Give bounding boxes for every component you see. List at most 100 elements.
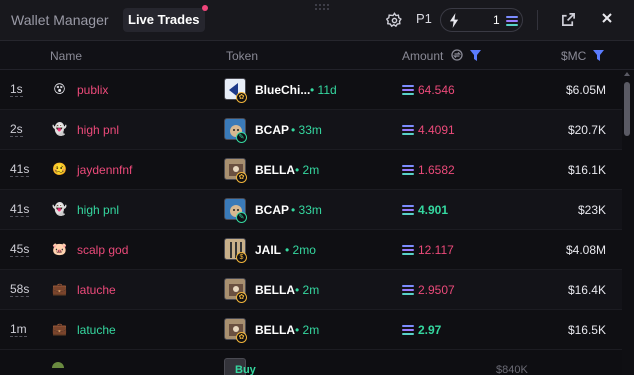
popout-icon[interactable] — [561, 12, 576, 27]
market-cap: $16.4K — [567, 283, 606, 297]
tab-live-trades-label: Live Trades — [128, 12, 200, 27]
lightning-icon — [449, 13, 459, 28]
wallet-name[interactable]: latuche — [77, 323, 116, 337]
table-row[interactable]: 2s 👻 high pnl ✎ BCAP • 33m 4.4091 $20.7K — [0, 110, 622, 150]
token-age: • 33m — [291, 203, 322, 217]
token-platform-icon: ✿ — [236, 172, 247, 183]
token-symbol[interactable]: BELLA — [255, 323, 295, 337]
table-row[interactable]: 1m 💼 latuche ✿ BELLA • 2m 2.97 $16.5K — [0, 310, 622, 350]
trade-amount: 4.4091 — [418, 123, 455, 137]
quick-buy-amount: 1 — [493, 13, 500, 27]
market-cap: $6.05M — [565, 83, 606, 97]
trade-age: 41s — [10, 162, 30, 177]
token-symbol[interactable]: JAIL — [255, 243, 281, 257]
wallet-name[interactable]: publix — [77, 83, 108, 97]
sol-icon — [402, 165, 414, 175]
token-platform-icon: ✿ — [236, 332, 247, 343]
sol-icon — [506, 16, 518, 26]
trade-amount: 4.901 — [418, 203, 449, 217]
token-age: • 2m — [295, 283, 320, 297]
pig-emoji-icon: 🐷 — [52, 242, 67, 256]
token-age: • 33m — [291, 123, 322, 137]
face-emoji-icon: 😵 — [53, 82, 66, 96]
briefcase-emoji-icon: 💼 — [52, 322, 67, 336]
token-symbol[interactable]: BCAP — [255, 203, 289, 217]
token-age: • 2m — [295, 163, 320, 177]
sol-icon — [402, 205, 414, 215]
trade-age: 45s — [10, 242, 30, 257]
trade-age: 2s — [10, 122, 23, 137]
sol-icon — [402, 285, 414, 295]
scrollbar-thumb[interactable] — [624, 82, 630, 136]
token-platform-icon: ✿ — [236, 292, 247, 303]
token-symbol[interactable]: BCAP — [255, 123, 289, 137]
token-age: • 11d — [310, 83, 337, 97]
table-row[interactable]: 41s 🥴 jaydennfnf ✿ BELLA • 2m 1.6582 $16… — [0, 150, 622, 190]
table-header: Name Token Amount $MC — [0, 41, 634, 70]
column-name: Name — [50, 49, 83, 63]
market-cap: $20.7K — [567, 123, 606, 137]
currency-toggle-icon[interactable] — [451, 49, 463, 61]
toolbar-divider — [537, 10, 538, 30]
gear-icon[interactable] — [386, 12, 403, 29]
notification-dot — [201, 5, 208, 11]
scroll-up-arrow-icon[interactable] — [624, 72, 630, 76]
market-cap: $16.5K — [567, 323, 606, 337]
sol-icon — [402, 85, 414, 95]
mc-filter-icon[interactable] — [593, 50, 604, 61]
token-age: • 2m — [295, 323, 320, 337]
buy-label: Buy — [235, 364, 256, 375]
token-platform-icon: $ — [236, 252, 247, 263]
trade-age: 58s — [10, 282, 30, 297]
trade-amount: 64.546 — [418, 83, 455, 97]
table-row-partial[interactable]: Buy $840K — [0, 350, 622, 375]
close-icon[interactable] — [600, 11, 614, 25]
token-platform-icon: ✿ — [236, 92, 247, 103]
avatar-partial-icon — [52, 362, 64, 368]
token-platform-icon: ✎ — [236, 212, 247, 223]
briefcase-emoji-icon: 💼 — [52, 282, 67, 296]
table-row[interactable]: 58s 💼 latuche ✿ BELLA • 2m 2.9507 $16.4K — [0, 270, 622, 310]
token-age: • 2mo — [285, 243, 316, 257]
sol-icon — [402, 245, 414, 255]
ghost-emoji-icon: 👻 — [52, 122, 67, 136]
wallet-name[interactable]: scalp god — [77, 243, 128, 257]
wallet-name[interactable]: high pnl — [77, 203, 119, 217]
amount-filter-icon[interactable] — [470, 50, 481, 61]
market-cap: $4.08M — [565, 243, 606, 257]
trade-amount: 1.6582 — [418, 163, 455, 177]
trade-amount: 2.9507 — [418, 283, 455, 297]
top-bar: Wallet Manager Live Trades P1 1 — [0, 0, 634, 41]
column-mc: $MC — [561, 49, 587, 63]
sol-icon — [402, 125, 414, 135]
tab-wallet-manager[interactable]: Wallet Manager — [11, 8, 109, 32]
trade-age: 1m — [10, 322, 27, 337]
table-row[interactable]: 41s 👻 high pnl ✎ BCAP • 33m 4.901 $23K — [0, 190, 622, 230]
token-symbol[interactable]: BlueChi... — [255, 83, 310, 97]
column-token: Token — [226, 49, 259, 63]
table-row[interactable]: 1s 😵 publix ✿ BlueChi... • 11d 64.546 $6… — [0, 70, 622, 110]
drag-handle-icon[interactable] — [315, 4, 329, 12]
quick-buy-pill[interactable]: 1 — [440, 8, 523, 32]
face-emoji-icon: 🥴 — [52, 162, 67, 176]
market-cap-partial: $840K — [496, 364, 528, 375]
preset-label[interactable]: P1 — [416, 11, 432, 26]
tab-live-trades[interactable]: Live Trades — [123, 5, 208, 32]
trade-age: 1s — [10, 82, 23, 97]
ghost-emoji-icon: 👻 — [52, 202, 67, 216]
token-symbol[interactable]: BELLA — [255, 283, 295, 297]
token-symbol[interactable]: BELLA — [255, 163, 295, 177]
trade-age: 41s — [10, 202, 30, 217]
wallet-name[interactable]: latuche — [77, 283, 116, 297]
market-cap: $23K — [577, 203, 606, 217]
scrollbar[interactable] — [624, 70, 630, 375]
wallet-name[interactable]: high pnl — [77, 123, 119, 137]
trade-amount: 12.117 — [418, 243, 454, 257]
wallet-name[interactable]: jaydennfnf — [77, 163, 132, 177]
sol-icon — [402, 325, 414, 335]
trades-list: 1s 😵 publix ✿ BlueChi... • 11d 64.546 $6… — [0, 70, 634, 375]
table-row[interactable]: 45s 🐷 scalp god $ JAIL • 2mo 12.117 $4.0… — [0, 230, 622, 270]
market-cap: $16.1K — [567, 163, 606, 177]
trade-amount: 2.97 — [418, 323, 442, 337]
token-platform-icon: ✎ — [236, 132, 247, 143]
